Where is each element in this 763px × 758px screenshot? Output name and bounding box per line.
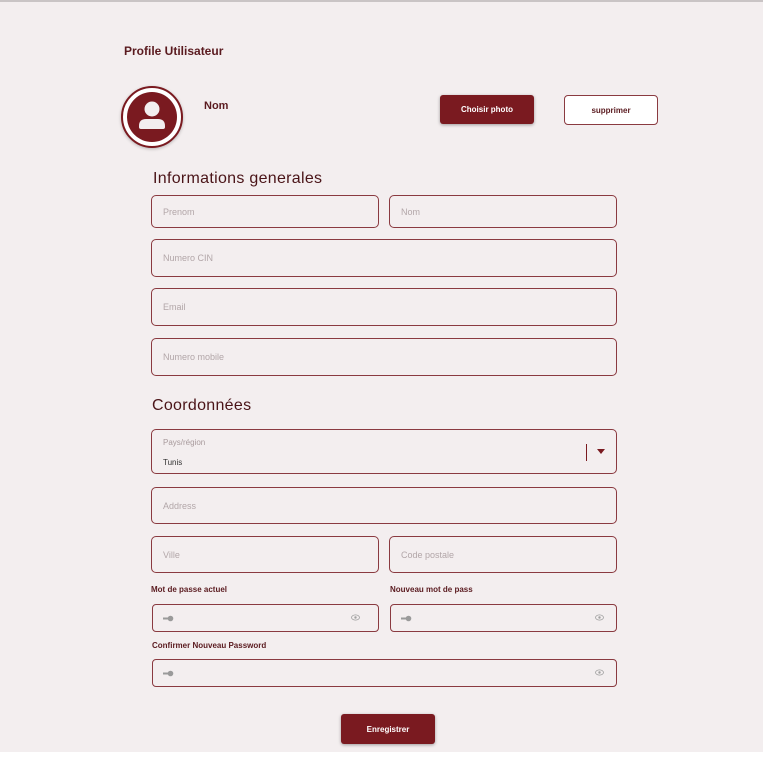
page-title: Profile Utilisateur: [124, 44, 224, 58]
prenom-field[interactable]: [151, 195, 379, 228]
profile-page: Profile Utilisateur Nom Choisir photo su…: [0, 0, 763, 752]
confirm-password-field[interactable]: [152, 659, 617, 687]
current-password-field[interactable]: [152, 604, 379, 632]
new-password-field[interactable]: [390, 604, 617, 632]
user-avatar-icon: [127, 92, 177, 142]
eye-icon[interactable]: [595, 614, 604, 621]
delete-photo-button[interactable]: supprimer: [564, 95, 658, 125]
code-postale-input[interactable]: [390, 537, 616, 572]
cin-field[interactable]: [151, 239, 617, 277]
nom-field[interactable]: [389, 195, 617, 228]
profile-name-label: Nom: [204, 100, 229, 112]
avatar: [121, 86, 183, 148]
save-button[interactable]: Enregistrer: [341, 714, 435, 744]
eye-icon[interactable]: [351, 614, 360, 621]
select-divider: [586, 444, 587, 461]
country-value: Tunis: [163, 458, 183, 467]
general-info-heading: Informations generales: [153, 170, 323, 187]
address-input[interactable]: [152, 488, 616, 523]
key-icon: [163, 670, 174, 677]
ville-field[interactable]: [151, 536, 379, 573]
key-icon: [163, 615, 174, 622]
choose-photo-button[interactable]: Choisir photo: [440, 95, 534, 124]
nom-input[interactable]: [390, 196, 616, 227]
country-label: Pays/région: [163, 438, 206, 447]
code-postale-field[interactable]: [389, 536, 617, 573]
confirm-password-label: Confirmer Nouveau Password: [152, 641, 267, 650]
key-icon: [401, 615, 412, 622]
new-password-label: Nouveau mot de pass: [390, 585, 473, 594]
email-field[interactable]: [151, 288, 617, 326]
cin-input[interactable]: [152, 240, 616, 276]
mobile-input[interactable]: [152, 339, 616, 375]
ville-input[interactable]: [152, 537, 378, 572]
coordinates-heading: Coordonnées: [152, 397, 252, 414]
chevron-down-icon[interactable]: [597, 449, 605, 454]
country-select[interactable]: Pays/région Tunis: [151, 429, 617, 474]
address-field[interactable]: [151, 487, 617, 524]
prenom-input[interactable]: [152, 196, 378, 227]
mobile-field[interactable]: [151, 338, 617, 376]
email-input[interactable]: [152, 289, 616, 325]
eye-icon[interactable]: [595, 669, 604, 676]
current-password-label: Mot de passe actuel: [151, 585, 228, 594]
